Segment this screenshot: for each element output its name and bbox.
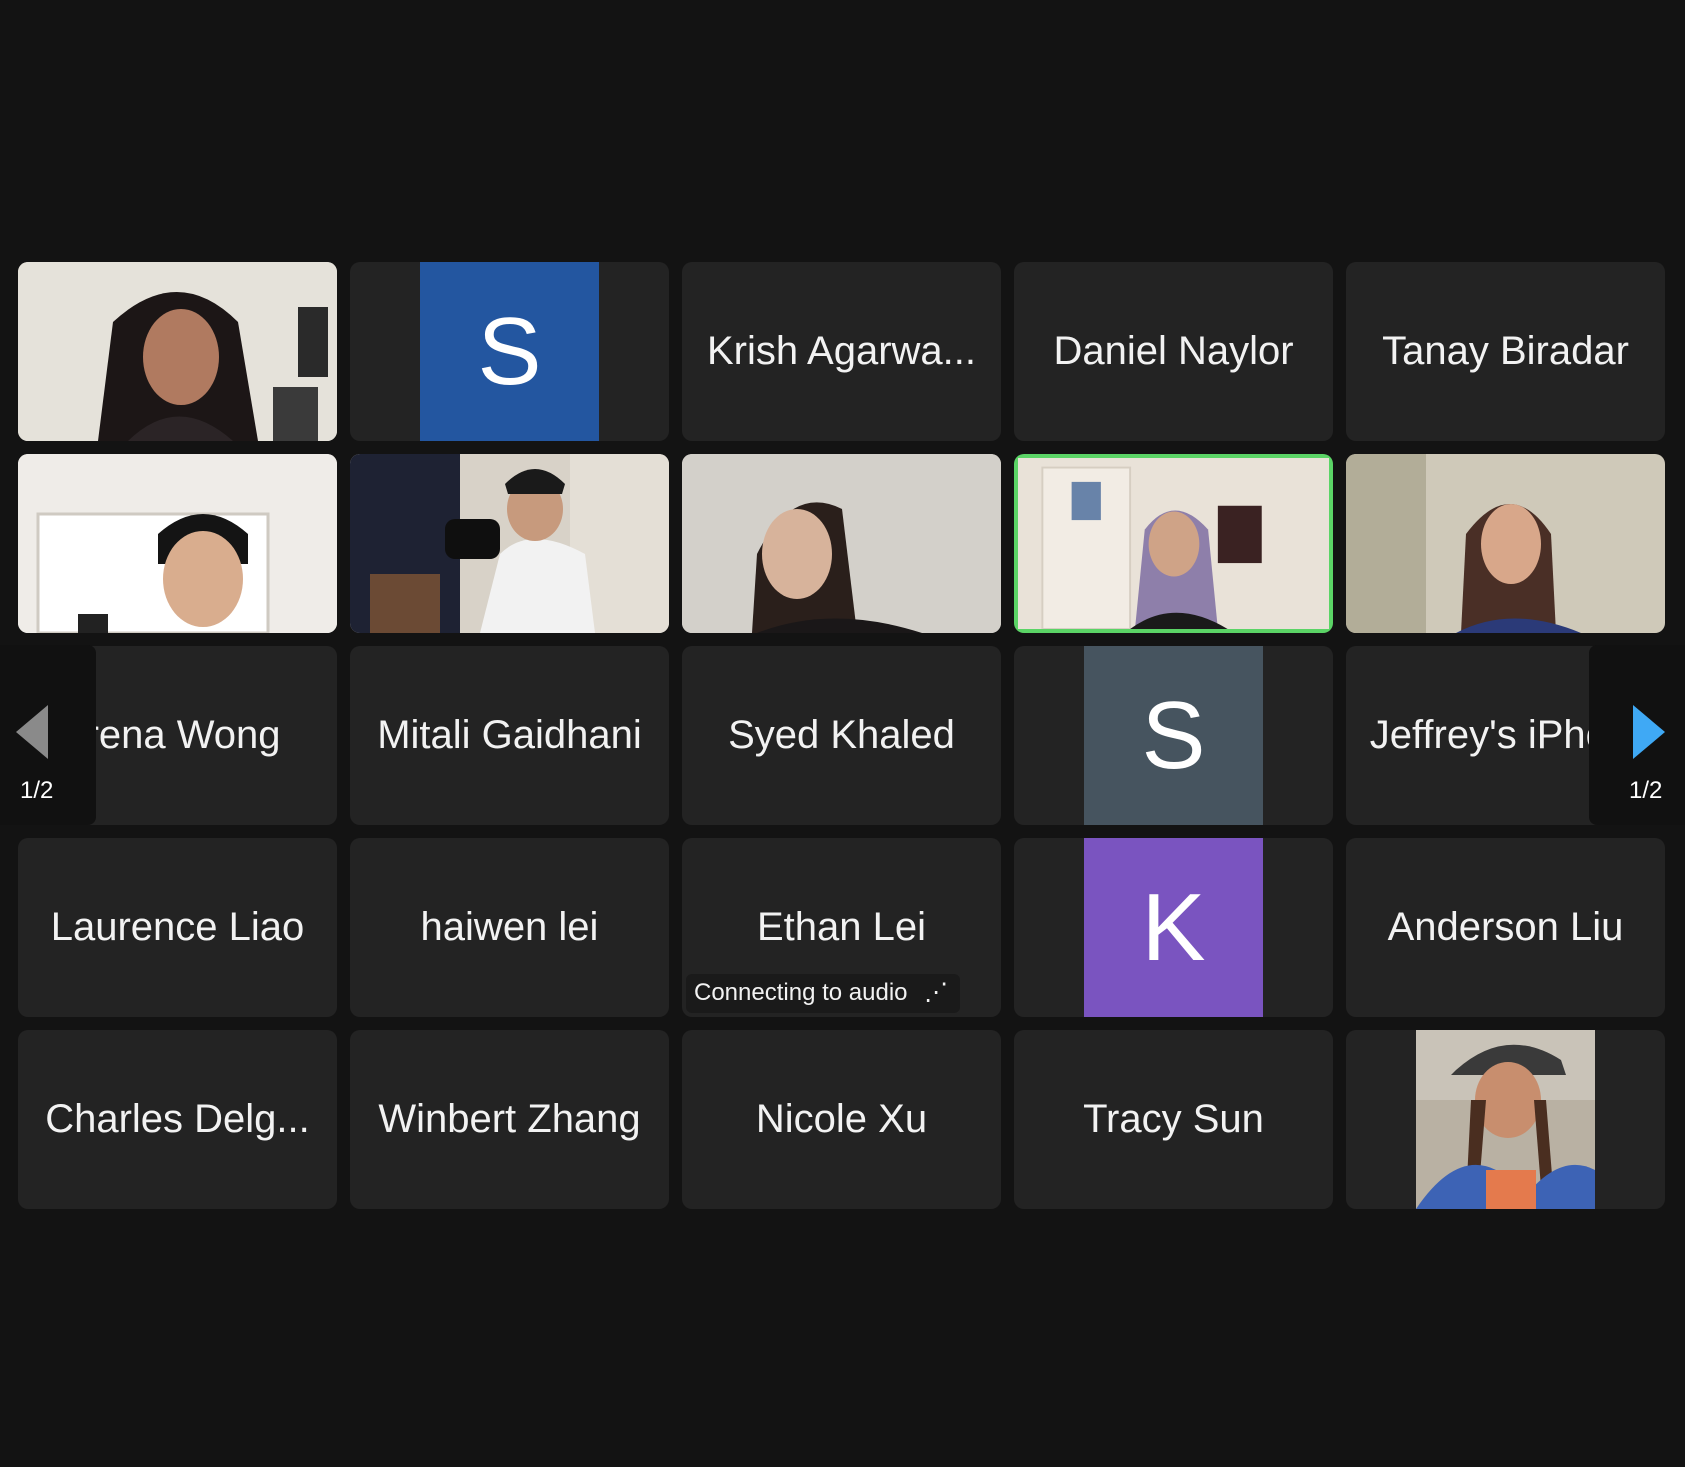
gallery-view: S Krish Agarwa... Daniel Naylor Tanay Bi…: [0, 0, 1685, 1467]
participant-tile-video[interactable]: [18, 454, 337, 633]
participant-tile-video-active-speaker[interactable]: [1014, 454, 1333, 633]
participant-name: Syed Khaled: [728, 713, 955, 757]
participant-name: Daniel Naylor: [1053, 329, 1294, 373]
participant-name: Nicole Xu: [755, 1097, 928, 1141]
avatar-letter: S: [1141, 681, 1206, 789]
participant-video: [350, 454, 669, 633]
participant-tile[interactable]: Laurence Liao: [18, 838, 337, 1017]
participant-video: [18, 454, 337, 633]
page-indicator: 1/2: [20, 777, 54, 804]
participant-tile[interactable]: Anderson Liu: [1346, 838, 1665, 1017]
participant-tile[interactable]: Daniel Naylor: [1014, 262, 1333, 441]
participant-tile[interactable]: Mitali Gaidhani: [350, 646, 669, 825]
participant-tile[interactable]: Tracy Sun: [1014, 1030, 1333, 1209]
participant-tile-video[interactable]: [682, 454, 1001, 633]
participant-tile-video[interactable]: [18, 262, 337, 441]
audio-connecting-badge: Connecting to audio ⋰: [686, 974, 961, 1013]
participant-tile[interactable]: haiwen lei: [350, 838, 669, 1017]
status-text: Connecting to audio: [694, 979, 908, 1006]
participant-name: Krish Agarwa...: [706, 329, 976, 373]
participant-tile[interactable]: Charles Delg...: [18, 1030, 337, 1209]
page-indicator: 1/2: [1629, 777, 1663, 804]
participant-tile[interactable]: Nicole Xu: [682, 1030, 1001, 1209]
avatar-letter: S: [477, 297, 542, 405]
participant-name: Laurence Liao: [50, 905, 305, 949]
participant-video: [1346, 454, 1665, 633]
participant-tile-video[interactable]: [1346, 454, 1665, 633]
participant-name: Anderson Liu: [1387, 905, 1624, 949]
avatar-s-blue: S: [420, 262, 599, 441]
participant-tile-avatar[interactable]: K: [1014, 838, 1333, 1017]
participant-name: haiwen lei: [420, 905, 599, 949]
chevron-left-icon: [16, 705, 48, 766]
participant-name: Mitali Gaidhani: [377, 713, 642, 757]
next-page-button[interactable]: 1/2: [1589, 645, 1685, 825]
participant-tile[interactable]: Tanay Biradar: [1346, 262, 1665, 441]
participant-tile[interactable]: Krish Agarwa...: [682, 262, 1001, 441]
participant-tile[interactable]: Winbert Zhang: [350, 1030, 669, 1209]
avatar-letter: K: [1141, 873, 1206, 981]
participant-tile-avatar[interactable]: S: [350, 262, 669, 441]
participant-tile[interactable]: Ethan Lei Connecting to audio ⋰: [682, 838, 1001, 1017]
participant-video: [1018, 458, 1329, 629]
participant-tile-photo[interactable]: [1346, 1030, 1665, 1209]
participant-tile[interactable]: Syed Khaled: [682, 646, 1001, 825]
loading-dots-icon: ⋰: [924, 979, 949, 1006]
participant-name: Charles Delg...: [45, 1097, 310, 1141]
participant-video: [682, 454, 1001, 633]
avatar-k-purple: K: [1084, 838, 1263, 1017]
chevron-right-icon: [1633, 705, 1665, 766]
avatar-s-gray: S: [1084, 646, 1263, 825]
participant-tile-video[interactable]: [350, 454, 669, 633]
participant-tile-avatar[interactable]: S: [1014, 646, 1333, 825]
participant-name: Winbert Zhang: [378, 1097, 641, 1141]
prev-page-button[interactable]: 1/2: [0, 645, 96, 825]
profile-photo: [1416, 1030, 1595, 1209]
participant-name: Tracy Sun: [1083, 1097, 1264, 1141]
participant-name: Tanay Biradar: [1382, 329, 1629, 373]
participant-video: [18, 262, 337, 441]
